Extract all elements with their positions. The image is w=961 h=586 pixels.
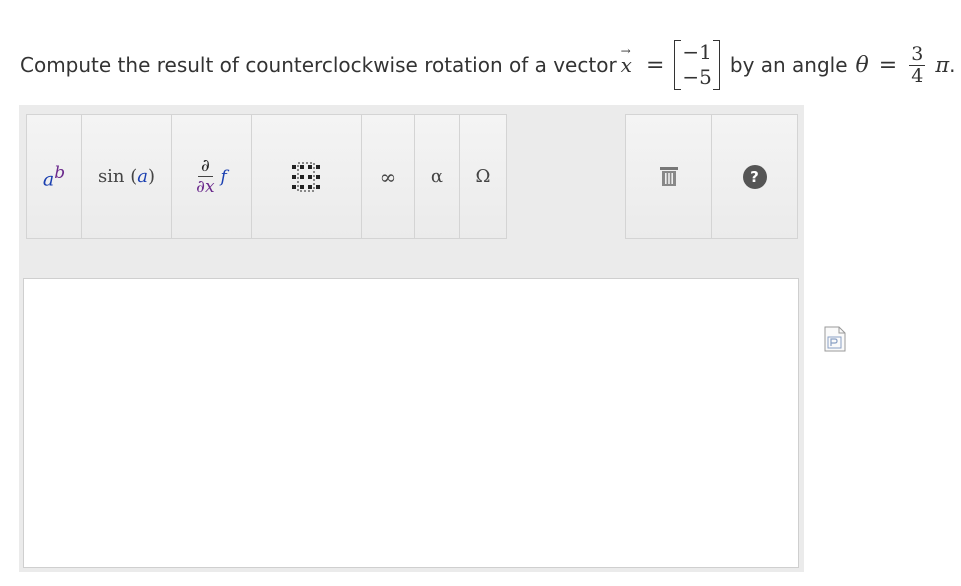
partial-derivative-icon: ∂ ∂x f bbox=[196, 156, 227, 197]
power-exp: b bbox=[54, 162, 66, 183]
partial-fraction: ∂ ∂x bbox=[196, 156, 214, 197]
math-toolbar: ab sin (a) ∂ ∂x f ∞ α Ω bbox=[26, 114, 507, 239]
theta-symbol: θ bbox=[855, 52, 869, 78]
partial-derivative-button[interactable]: ∂ ∂x f bbox=[172, 115, 252, 238]
equals-sign-2: = bbox=[878, 52, 898, 78]
matrix-entry-1: −1 bbox=[682, 40, 712, 64]
answer-input-area[interactable] bbox=[23, 278, 799, 568]
question-text: Compute the result of counterclockwise r… bbox=[20, 30, 960, 100]
sin-arg: a bbox=[137, 166, 149, 187]
fraction-numerator: 3 bbox=[909, 42, 926, 66]
power-base: a bbox=[42, 168, 55, 191]
clear-button[interactable] bbox=[626, 115, 712, 238]
infinity-button[interactable]: ∞ bbox=[362, 115, 415, 238]
partial-bottom: ∂x bbox=[196, 177, 215, 197]
fraction-denominator: 4 bbox=[911, 64, 924, 87]
sin-button[interactable]: sin (a) bbox=[82, 115, 172, 238]
help-label: ? bbox=[750, 167, 759, 186]
question-middle: by an angle bbox=[729, 53, 848, 77]
matrix-button[interactable] bbox=[252, 115, 362, 238]
action-toolbar: ? bbox=[625, 114, 798, 239]
help-icon: ? bbox=[742, 164, 767, 189]
equals-sign: = bbox=[645, 52, 665, 78]
partial-top: ∂ bbox=[197, 156, 213, 177]
omega-button[interactable]: Ω bbox=[460, 115, 506, 238]
vector-x: → x bbox=[621, 44, 632, 77]
alpha-icon: α bbox=[430, 166, 444, 187]
vector-arrow: → bbox=[620, 44, 631, 58]
sin-fn: sin bbox=[97, 166, 125, 187]
sin-close: ) bbox=[148, 166, 156, 187]
superscript-icon: ab bbox=[43, 163, 65, 190]
matrix-icon bbox=[291, 162, 320, 191]
infinity-icon: ∞ bbox=[379, 164, 397, 189]
question-prefix: Compute the result of counterclockwise r… bbox=[20, 53, 617, 77]
alpha-button[interactable]: α bbox=[415, 115, 460, 238]
trash-icon bbox=[659, 166, 678, 186]
power-button[interactable]: ab bbox=[27, 115, 82, 238]
pi-symbol: π bbox=[935, 53, 950, 77]
omega-icon: Ω bbox=[475, 166, 491, 187]
angle-fraction: 3 4 bbox=[909, 42, 926, 87]
sin-label: sin (a) bbox=[98, 166, 155, 187]
matrix-entry-2: −5 bbox=[682, 65, 712, 89]
partial-f: f bbox=[220, 166, 227, 187]
question-suffix: . bbox=[949, 53, 956, 77]
file-preview-icon[interactable] bbox=[824, 326, 846, 352]
help-button[interactable]: ? bbox=[712, 115, 797, 238]
vector-matrix: −1 −5 bbox=[674, 40, 721, 90]
